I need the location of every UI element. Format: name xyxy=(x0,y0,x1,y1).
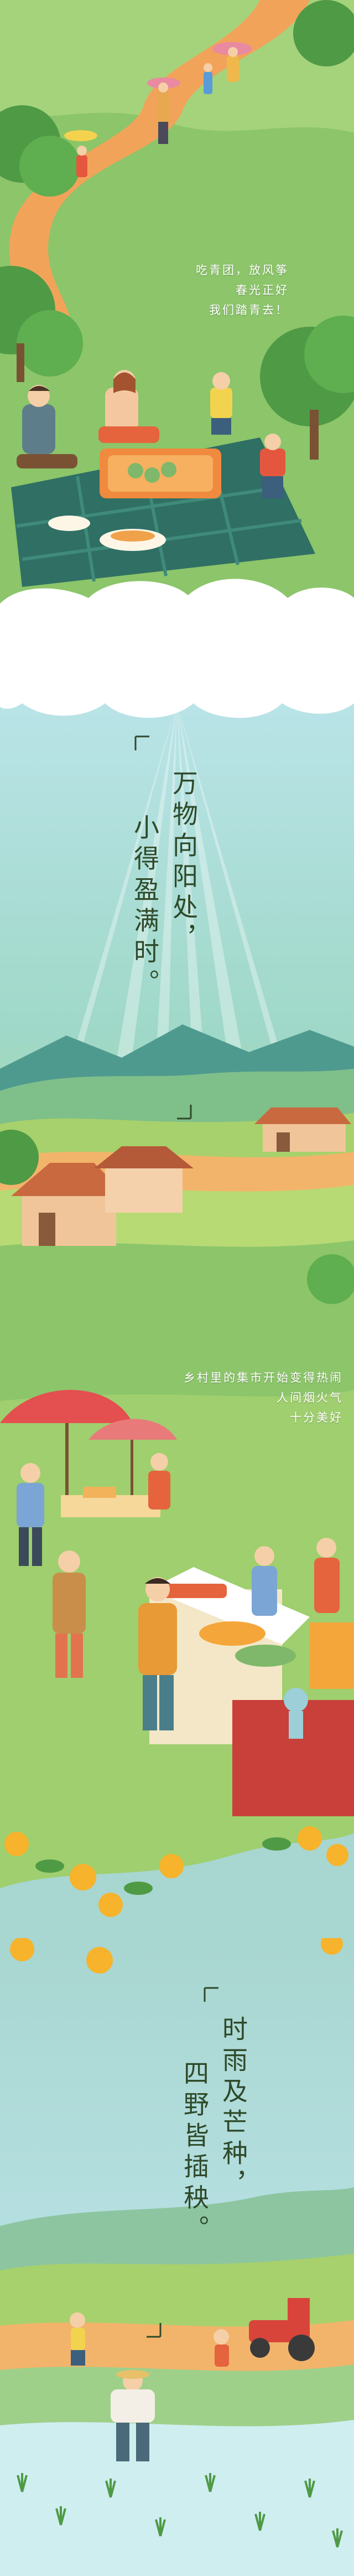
market-caption-line-1: 乡村里的集市开始变得热闹 xyxy=(184,1371,343,1384)
picnic-illustration xyxy=(0,0,354,637)
picnic-caption-line-2: 春光正好 xyxy=(236,284,289,297)
spring-section: 万物向阳处， 小得盈满时。 xyxy=(0,637,354,1357)
fields-verse-col1: 时雨及芒种， xyxy=(218,2016,248,2202)
picnic-caption: 吃青团，放风筝 春光正好 我们踏青去！ xyxy=(196,260,289,320)
market-caption: 乡村里的集市开始变得热闹 人间烟火气 十分美好 xyxy=(184,1368,343,1428)
poster: 吃青团，放风筝 春光正好 我们踏青去！ 万物向阳处， 小得盈满时。 乡村里的集市… xyxy=(0,0,354,2576)
market-section: 乡村里的集市开始变得热闹 人间烟火气 十分美好 xyxy=(0,1357,354,1938)
picnic-caption-line-1: 吃青团，放风筝 xyxy=(196,264,289,277)
market-illustration xyxy=(0,1357,354,1938)
picnic-section: 吃青团，放风筝 春光正好 我们踏青去！ xyxy=(0,0,354,637)
spring-verse-col2: 小得盈满时。 xyxy=(130,814,160,1000)
market-caption-line-3: 十分美好 xyxy=(290,1411,343,1424)
fields-illustration xyxy=(0,1938,354,2576)
market-caption-line-2: 人间烟火气 xyxy=(277,1391,343,1404)
picnic-caption-line-3: 我们踏青去！ xyxy=(209,303,289,317)
fields-section: 时雨及芒种， 四野皆插秧。 xyxy=(0,1938,354,2576)
spring-landscape xyxy=(0,637,354,1357)
spring-verse-col1: 万物向阳处， xyxy=(169,770,199,956)
fields-verse-col2: 四野皆插秧。 xyxy=(180,2060,210,2246)
